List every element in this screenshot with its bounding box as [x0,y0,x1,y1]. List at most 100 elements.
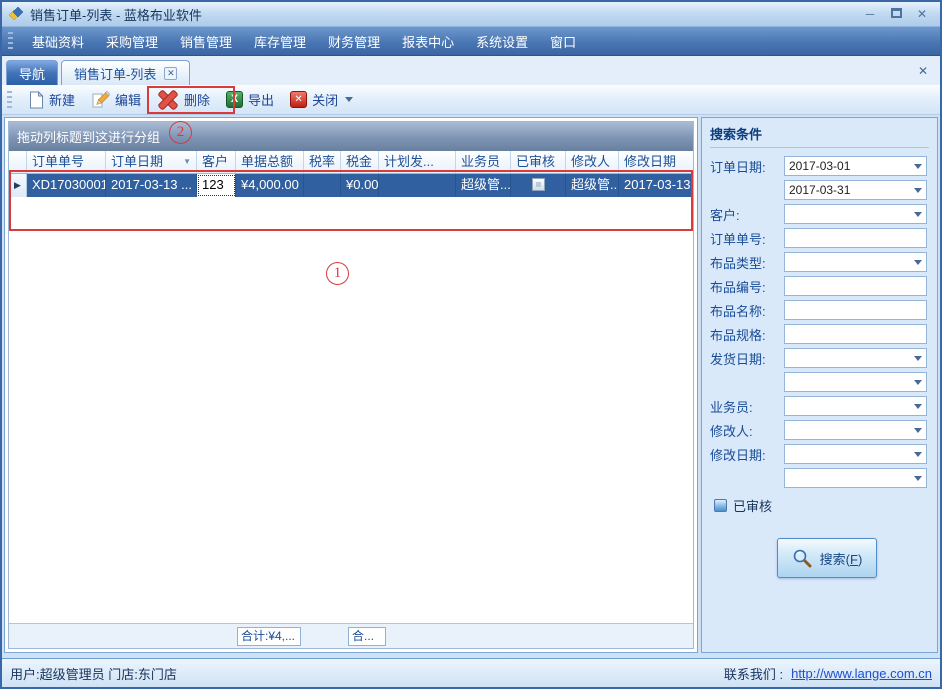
chevron-down-icon[interactable] [914,356,922,361]
order-date-to-input[interactable] [784,180,927,200]
search-row-modified-date-from: 修改日期: [710,444,929,464]
tabstrip-close-icon[interactable]: ✕ [918,64,928,78]
fabric-code-input[interactable] [784,276,927,296]
search-row-order-no: 订单单号: [710,228,929,248]
close-view-button[interactable]: ✕ 关闭 [282,87,361,112]
header-modified-date[interactable]: 修改日期 [619,151,693,173]
new-button[interactable]: 新建 [20,87,83,112]
edit-pencil-icon [91,91,110,109]
menu-window[interactable]: 窗口 [539,28,587,55]
search-row-fabric-type: 布品类型: [710,252,929,272]
search-row-modifier: 修改人: [710,420,929,440]
table-row[interactable]: ▶ XD17030001 2017-03-13 ... 123 ¥4,000.0… [9,174,693,197]
menu-basic-data[interactable]: 基础资料 [21,28,95,55]
salesman-input[interactable] [784,396,927,416]
audited-filter-checkbox[interactable] [714,499,727,512]
search-row-customer: 客户: [710,204,929,224]
cell-tax-rate [304,174,341,197]
search-panel-title: 搜索条件 [710,124,929,148]
order-date-from-input[interactable] [784,156,927,176]
header-salesman[interactable]: 业务员 [456,151,511,173]
menu-grip [8,32,13,50]
menu-settings[interactable]: 系统设置 [465,28,539,55]
menu-finance[interactable]: 财务管理 [317,28,391,55]
menu-reports[interactable]: 报表中心 [391,28,465,55]
status-contact-label: 联系我们 : [724,664,783,683]
chevron-down-icon[interactable] [914,212,922,217]
modified-date-to-input[interactable] [784,468,927,488]
minimize-icon[interactable]: ─ [862,7,878,21]
toolbar: 新建 编辑 [2,85,940,115]
grid-summary-footer: 合计:¥4,... 合... [9,623,693,648]
grid-empty-area[interactable] [9,197,693,623]
audited-filter-row: 已审核 [714,496,929,515]
delete-button[interactable]: 删除 [149,87,218,113]
cell-order-no: XD17030001 [27,174,106,197]
cell-customer-editor[interactable]: 123 [197,174,236,197]
delete-x-icon [157,90,179,110]
search-row-ship-date-to [710,372,929,392]
cell-modified-date: 2017-03-13 [619,174,693,197]
fabric-spec-input[interactable] [784,324,927,344]
header-customer[interactable]: 客户 [197,151,236,173]
edit-button[interactable]: 编辑 [83,87,149,112]
chevron-down-icon[interactable] [914,380,922,385]
cell-planned [379,174,456,197]
header-planned[interactable]: 计划发... [379,151,456,173]
summary-tax: 合... [348,627,386,646]
sort-desc-icon: ▼ [179,151,191,173]
tab-navigation[interactable]: 导航 [6,60,58,85]
tab-sales-order-list[interactable]: 销售订单-列表 ✕ [61,60,190,85]
chevron-down-icon[interactable] [914,476,922,481]
audited-checkbox[interactable] [532,178,545,191]
cell-order-date: 2017-03-13 ... [106,174,197,197]
header-tax[interactable]: 税金 [341,151,379,173]
ship-date-from-input[interactable] [784,348,927,368]
header-total[interactable]: 单据总额 [236,151,304,173]
orders-grid: 拖动列标题到这进行分组 订单单号 订单日期 ▼ 客户 单据总额 税率 税金 计划… [8,121,694,649]
summary-total: 合计:¥4,... [237,627,301,646]
close-red-icon: ✕ [290,91,307,108]
ship-date-to-input[interactable] [784,372,927,392]
fabric-name-input[interactable] [784,300,927,320]
maximize-icon[interactable] [888,7,904,21]
search-row-fabric-spec: 布品规格: [710,324,929,344]
customer-input[interactable] [784,204,927,224]
chevron-down-icon[interactable] [914,164,922,169]
header-audited[interactable]: 已审核 [511,151,566,173]
main-area: 拖动列标题到这进行分组 订单单号 订单日期 ▼ 客户 单据总额 税率 税金 计划… [2,115,940,656]
chevron-down-icon[interactable] [914,188,922,193]
fabric-type-input[interactable] [784,252,927,272]
chevron-down-icon[interactable] [914,428,922,433]
modified-date-from-input[interactable] [784,444,927,464]
orders-grid-panel: 拖动列标题到这进行分组 订单单号 订单日期 ▼ 客户 单据总额 税率 税金 计划… [4,117,698,653]
export-button[interactable]: X 导出 [218,87,282,112]
search-row-fabric-name: 布品名称: [710,300,929,320]
search-button-label: 搜索(F) [820,549,863,568]
website-link[interactable]: http://www.lange.com.cn [791,666,932,681]
header-order-date[interactable]: 订单日期 ▼ [106,151,197,173]
close-dropdown-icon[interactable] [345,97,353,102]
cell-total: ¥4,000.00 [236,174,304,197]
search-button[interactable]: 搜索(F) [777,538,877,578]
header-modifier[interactable]: 修改人 [566,151,619,173]
status-bar: 用户:超级管理员 门店:东门店 联系我们 : http://www.lange.… [2,658,940,687]
chevron-down-icon[interactable] [914,404,922,409]
window-title: 销售订单-列表 - 蓝格布业软件 [30,5,862,24]
group-by-panel[interactable]: 拖动列标题到这进行分组 [9,122,693,151]
chevron-down-icon[interactable] [914,452,922,457]
modifier-input[interactable] [784,420,927,440]
header-tax-rate[interactable]: 税率 [304,151,341,173]
menu-inventory[interactable]: 库存管理 [243,28,317,55]
header-order-no[interactable]: 订单单号 [27,151,106,173]
row-indicator-icon: ▶ [9,174,27,197]
chevron-down-icon[interactable] [914,260,922,265]
search-row-order-date-to [710,180,929,200]
new-document-icon [28,91,44,109]
tab-close-icon[interactable]: ✕ [164,67,177,80]
cell-modifier: 超级管... [566,174,619,197]
menu-sales[interactable]: 销售管理 [169,28,243,55]
close-icon[interactable]: ✕ [914,7,930,21]
menu-purchase[interactable]: 采购管理 [95,28,169,55]
order-no-input[interactable] [784,228,927,248]
